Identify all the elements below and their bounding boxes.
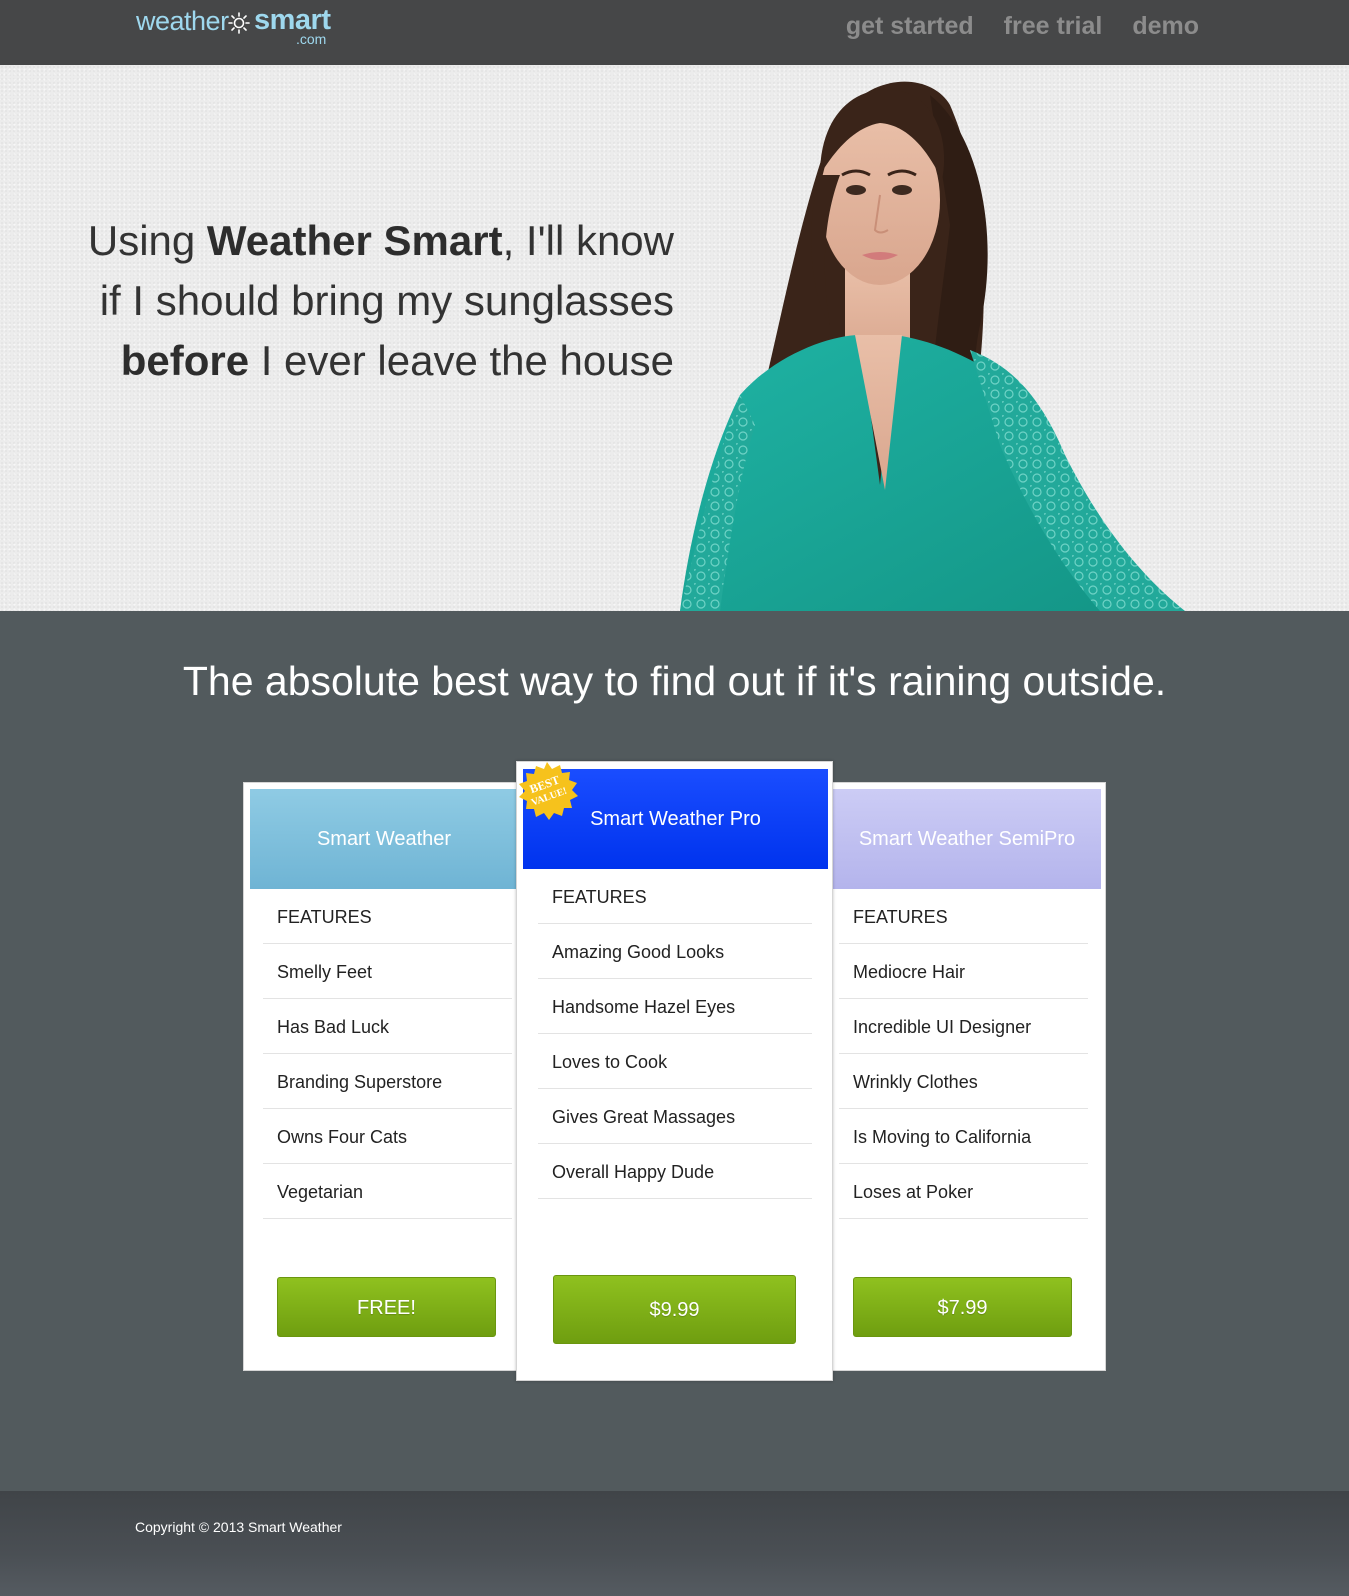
feature-item: Loses at Poker <box>839 1164 1088 1219</box>
nav-get-started[interactable]: get started <box>846 12 974 41</box>
feature-item: Handsome Hazel Eyes <box>538 979 812 1034</box>
feature-list: FEATURES Amazing Good Looks Handsome Haz… <box>538 869 812 1199</box>
features-heading: FEATURES <box>839 889 1088 944</box>
price-button-semipro[interactable]: $7.99 <box>853 1277 1072 1337</box>
hero-headline: Using Weather Smart, I'll know if I shou… <box>54 211 674 391</box>
footer: Copyright © 2013 Smart Weather <box>0 1491 1349 1596</box>
hero-line1-bold: Weather Smart <box>206 217 503 264</box>
hero-line1-post: , I'll know <box>502 217 674 264</box>
feature-item: Mediocre Hair <box>839 944 1088 999</box>
main-nav: get started free trial demo <box>846 12 1199 41</box>
plan-title: Smart Weather SemiPro <box>833 789 1101 889</box>
hero-section: Using Weather Smart, I'll know if I shou… <box>0 65 1349 611</box>
feature-item: Is Moving to California <box>839 1109 1088 1164</box>
hero-line2: if I should bring my sunglasses <box>99 277 674 324</box>
top-navbar: weather smart .com get started free tria… <box>0 0 1349 65</box>
plan-title: Smart Weather <box>250 789 518 889</box>
nav-free-trial[interactable]: free trial <box>1004 12 1103 41</box>
feature-list: FEATURES Mediocre Hair Incredible UI Des… <box>839 889 1088 1219</box>
feature-item: Amazing Good Looks <box>538 924 812 979</box>
plan-card-smart-weather: Smart Weather FEATURES Smelly Feet Has B… <box>243 782 518 1371</box>
feature-item: Has Bad Luck <box>263 999 512 1054</box>
price-button-free[interactable]: FREE! <box>277 1277 496 1337</box>
hero-line3-bold: before <box>120 337 250 384</box>
features-heading: FEATURES <box>538 869 812 924</box>
plan-card-smart-weather-semipro: Smart Weather SemiPro FEATURES Mediocre … <box>832 782 1106 1371</box>
feature-item: Owns Four Cats <box>263 1109 512 1164</box>
copyright-text: Copyright © 2013 Smart Weather <box>135 1519 342 1535</box>
feature-item: Smelly Feet <box>263 944 512 999</box>
hero-line3-post: I ever leave the house <box>249 337 674 384</box>
logo-word-weather: weather <box>136 6 229 36</box>
plan-card-smart-weather-pro: BEST VALUE! Smart Weather Pro FEATURES A… <box>516 761 833 1381</box>
hero-line1-pre: Using <box>87 217 207 264</box>
feature-item: Gives Great Massages <box>538 1089 812 1144</box>
best-value-badge-icon: BEST VALUE! <box>519 762 578 820</box>
features-heading: FEATURES <box>263 889 512 944</box>
nav-demo[interactable]: demo <box>1132 12 1199 41</box>
price-button-pro[interactable]: $9.99 <box>553 1275 796 1344</box>
logo[interactable]: weather smart .com <box>136 4 346 48</box>
feature-item: Incredible UI Designer <box>839 999 1088 1054</box>
logo-domain: .com <box>296 31 327 47</box>
feature-list: FEATURES Smelly Feet Has Bad Luck Brandi… <box>263 889 512 1219</box>
sun-icon <box>228 12 250 34</box>
feature-item: Branding Superstore <box>263 1054 512 1109</box>
feature-item: Loves to Cook <box>538 1034 812 1089</box>
feature-item: Wrinkly Clothes <box>839 1054 1088 1109</box>
hero-woman-photo <box>680 81 1185 611</box>
feature-item: Overall Happy Dude <box>538 1144 812 1199</box>
tagline: The absolute best way to find out if it'… <box>182 658 1167 704</box>
feature-item: Vegetarian <box>263 1164 512 1219</box>
